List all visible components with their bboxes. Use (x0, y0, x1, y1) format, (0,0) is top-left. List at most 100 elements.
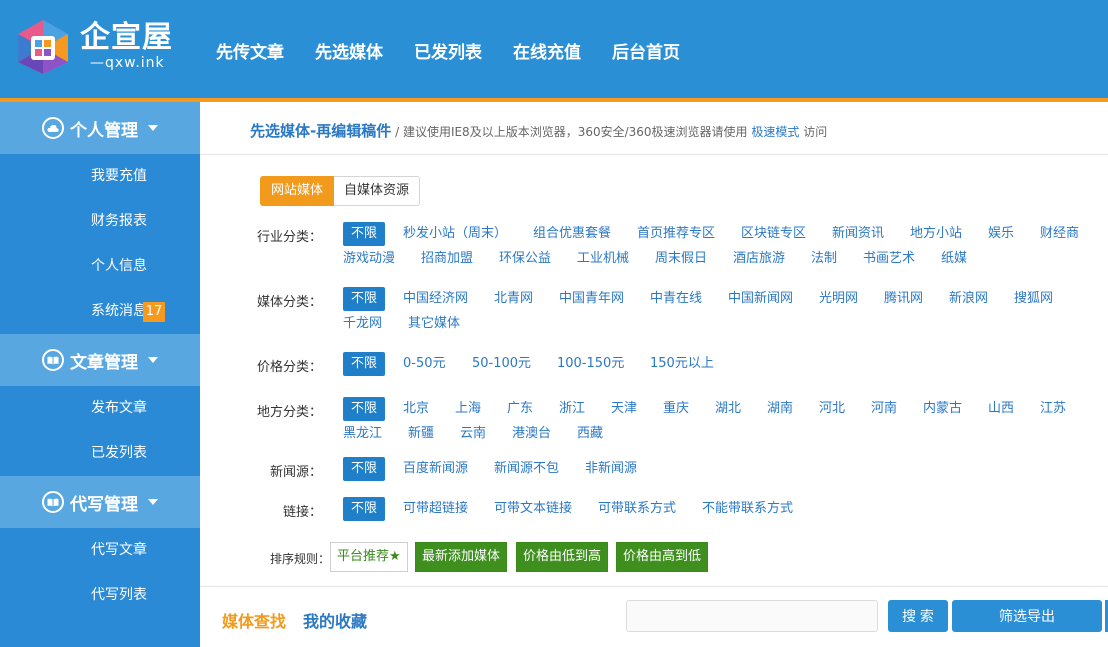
brand-name: 企宣屋 (80, 20, 173, 55)
sidebar-item-profile[interactable]: 个人信息 (0, 244, 200, 289)
filter-option[interactable]: 重庆 (663, 401, 689, 417)
tab-my-favorites[interactable]: 我的收藏 (303, 608, 367, 632)
tab-media-search[interactable]: 媒体查找 (222, 608, 286, 632)
filter-option[interactable]: 0-50元 (403, 356, 446, 372)
nav-admin-home[interactable]: 后台首页 (612, 38, 680, 63)
filter-option[interactable]: 环保公益 (499, 251, 551, 267)
logo-icon (18, 20, 68, 74)
filter-option[interactable]: 内蒙古 (923, 401, 962, 417)
filter-export-button[interactable]: 筛选导出 (952, 600, 1102, 632)
filter-option[interactable]: 组合优惠套餐 (533, 226, 611, 242)
filter-option[interactable]: 上海 (455, 401, 481, 417)
filter-option-all[interactable]: 不限 (343, 457, 386, 481)
sidebar-group-personal[interactable]: 个人管理 (0, 102, 200, 154)
filter-option[interactable]: 可带超链接 (403, 501, 468, 517)
search-input[interactable] (626, 600, 878, 632)
sort-price-asc-button[interactable]: 价格由低到高 (516, 542, 609, 572)
sidebar-item-finance[interactable]: 财务报表 (0, 199, 200, 244)
filter-option[interactable]: 新闻资讯 (832, 226, 884, 242)
filter-option[interactable]: 纸媒 (941, 251, 967, 267)
filter-option[interactable]: 非新闻源 (585, 461, 637, 477)
divider (200, 154, 1108, 155)
nav-upload-article[interactable]: 先传文章 (216, 38, 284, 63)
search-button[interactable]: 搜 索 (888, 600, 948, 632)
filter-option[interactable]: 江苏 (1040, 401, 1066, 417)
filter-option[interactable]: 财经商 (1040, 226, 1079, 242)
filter-option[interactable]: 中国青年网 (559, 291, 624, 307)
filter-option[interactable]: 光明网 (819, 291, 858, 307)
filter-option[interactable]: 湖南 (767, 401, 793, 417)
filter-option[interactable]: 游戏动漫 (343, 251, 395, 267)
filter-option[interactable]: 中国经济网 (403, 291, 468, 307)
tab-website-media[interactable]: 网站媒体 (260, 176, 335, 206)
nav-published-list[interactable]: 已发列表 (414, 38, 482, 63)
sort-price-desc-button[interactable]: 价格由高到低 (616, 542, 709, 572)
brand: 企宣屋 —qxw.ink (80, 20, 173, 70)
filter-option[interactable]: 河南 (871, 401, 897, 417)
filter-option[interactable]: 山西 (988, 401, 1014, 417)
filter-option[interactable]: 可带联系方式 (598, 501, 676, 517)
top-nav: 先传文章 先选媒体 已发列表 在线充值 后台首页 (216, 38, 711, 63)
filter-option[interactable]: 法制 (811, 251, 837, 267)
filter-option[interactable]: 周末假日 (655, 251, 707, 267)
speed-mode-link[interactable]: 极速模式 (751, 125, 799, 139)
sort-newest-button[interactable]: 最新添加媒体 (415, 542, 508, 572)
sidebar-group-articles[interactable]: 文章管理 (0, 334, 200, 386)
filter-option[interactable]: 工业机械 (577, 251, 629, 267)
filter-option[interactable]: 北京 (403, 401, 429, 417)
page-title: 先选媒体-再编辑稿件 (250, 122, 392, 140)
filter-option[interactable]: 书画艺术 (863, 251, 915, 267)
filter-option[interactable]: 湖北 (715, 401, 741, 417)
filter-option[interactable]: 北青网 (494, 291, 533, 307)
filter-option[interactable]: 广东 (507, 401, 533, 417)
sidebar-group-ghostwrite[interactable]: 代写管理 (0, 476, 200, 528)
filter-option[interactable]: 天津 (611, 401, 637, 417)
filter-option-all[interactable]: 不限 (343, 352, 386, 376)
tab-self-media[interactable]: 自媒体资源 (334, 176, 421, 206)
filter-option-all[interactable]: 不限 (343, 497, 386, 521)
filter-option[interactable]: 云南 (460, 426, 486, 442)
filter-option[interactable]: 可带文本链接 (494, 501, 572, 517)
filter-label: 价格分类： (256, 360, 322, 375)
filter-option[interactable]: 不能带联系方式 (702, 501, 793, 517)
filter-option[interactable]: 黑龙江 (343, 426, 382, 442)
filter-option[interactable]: 150元以上 (650, 356, 714, 372)
filter-option[interactable]: 新闻源不包 (494, 461, 559, 477)
sort-recommended-button[interactable]: 平台推荐★ (330, 542, 408, 572)
filter-option[interactable]: 腾讯网 (884, 291, 923, 307)
filter-option[interactable]: 首页推荐专区 (637, 226, 715, 242)
filter-option[interactable]: 地方小站 (910, 226, 962, 242)
filter-option-all[interactable]: 不限 (343, 287, 386, 311)
filter-option-all[interactable]: 不限 (343, 222, 386, 246)
sidebar-item-messages[interactable]: 系统消息 17 (0, 289, 200, 334)
filter-option[interactable]: 其它媒体 (408, 316, 460, 332)
sidebar-item-ghostwrite-article[interactable]: 代写文章 (0, 528, 200, 573)
sidebar-item-publish-article[interactable]: 发布文章 (0, 386, 200, 431)
filter-option[interactable]: 区块链专区 (741, 226, 806, 242)
cloud-icon (42, 117, 64, 139)
filter-label: 新闻源： (269, 465, 322, 480)
filter-option[interactable]: 50-100元 (472, 356, 531, 372)
filter-option[interactable]: 100-150元 (557, 356, 624, 372)
filter-option[interactable]: 酒店旅游 (733, 251, 785, 267)
filter-option[interactable]: 河北 (819, 401, 845, 417)
filter-option-all[interactable]: 不限 (343, 397, 386, 421)
filter-option[interactable]: 新浪网 (949, 291, 988, 307)
filter-option[interactable]: 新疆 (408, 426, 434, 442)
filter-option[interactable]: 浙江 (559, 401, 585, 417)
filter-option[interactable]: 娱乐 (988, 226, 1014, 242)
filter-option[interactable]: 百度新闻源 (403, 461, 468, 477)
nav-online-recharge[interactable]: 在线充值 (513, 38, 581, 63)
filter-option[interactable]: 招商加盟 (421, 251, 473, 267)
filter-option[interactable]: 中国新闻网 (728, 291, 793, 307)
filter-option[interactable]: 千龙网 (343, 316, 382, 332)
filter-option[interactable]: 西藏 (577, 426, 603, 442)
filter-option[interactable]: 港澳台 (512, 426, 551, 442)
filter-option[interactable]: 秒发小站（周末） (403, 226, 507, 242)
filter-option[interactable]: 搜狐网 (1014, 291, 1053, 307)
sidebar-item-published-list[interactable]: 已发列表 (0, 431, 200, 476)
nav-select-media[interactable]: 先选媒体 (315, 38, 383, 63)
filter-option[interactable]: 中青在线 (650, 291, 702, 307)
sidebar-item-recharge[interactable]: 我要充值 (0, 154, 200, 199)
sidebar-item-ghostwrite-list[interactable]: 代写列表 (0, 573, 200, 618)
